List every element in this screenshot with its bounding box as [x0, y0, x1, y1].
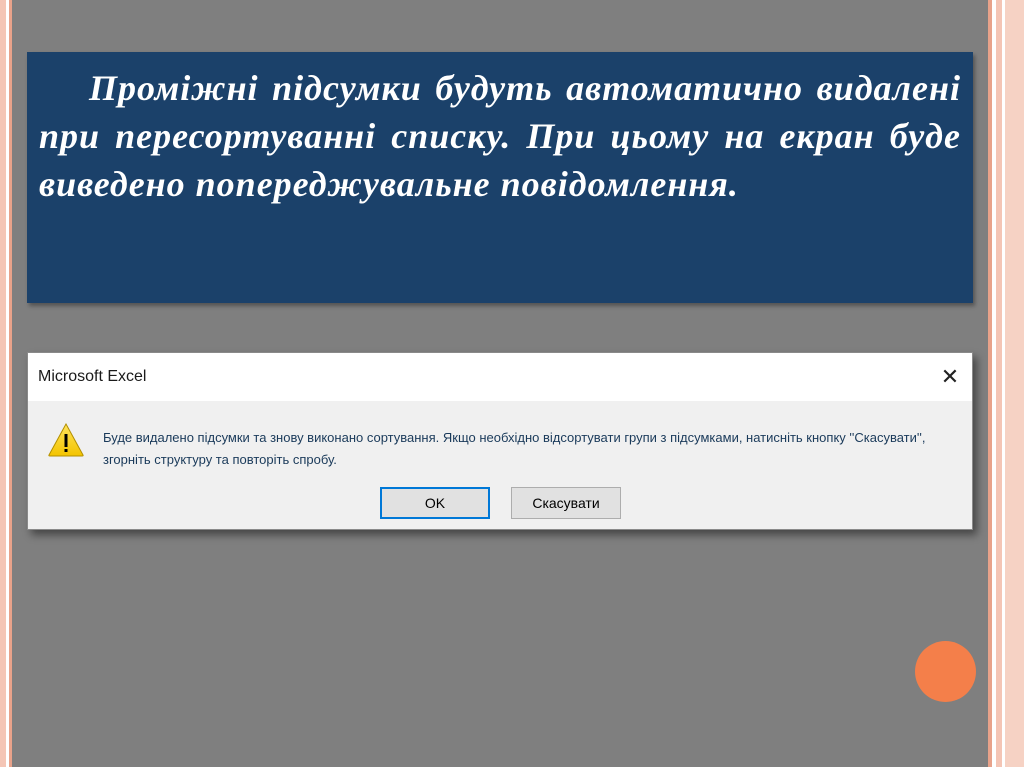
- warning-icon: [48, 423, 84, 457]
- dialog-titlebar: Microsoft Excel ✕: [28, 353, 972, 401]
- close-icon: ✕: [940, 364, 960, 389]
- dialog-message-line-2: згорніть структуру та повторіть спробу.: [103, 452, 337, 467]
- excel-dialog: Microsoft Excel ✕ Буде видалено підсумки…: [27, 352, 973, 530]
- decorative-circle: [915, 641, 976, 702]
- ok-button[interactable]: OK: [380, 487, 490, 519]
- dialog-title: Microsoft Excel: [38, 368, 147, 385]
- slide-text-panel: Проміжні підсумки будуть автоматично вид…: [27, 52, 973, 303]
- close-button[interactable]: ✕: [928, 353, 972, 401]
- slide-paragraph: Проміжні підсумки будуть автоматично вид…: [39, 68, 961, 204]
- right-border-band: [1005, 0, 1024, 767]
- dialog-message-line-1: Буде видалено підсумки та знову виконано…: [103, 430, 926, 445]
- dialog-message: Буде видалено підсумки та знову виконано…: [103, 427, 963, 471]
- cancel-button[interactable]: Скасувати: [511, 487, 621, 519]
